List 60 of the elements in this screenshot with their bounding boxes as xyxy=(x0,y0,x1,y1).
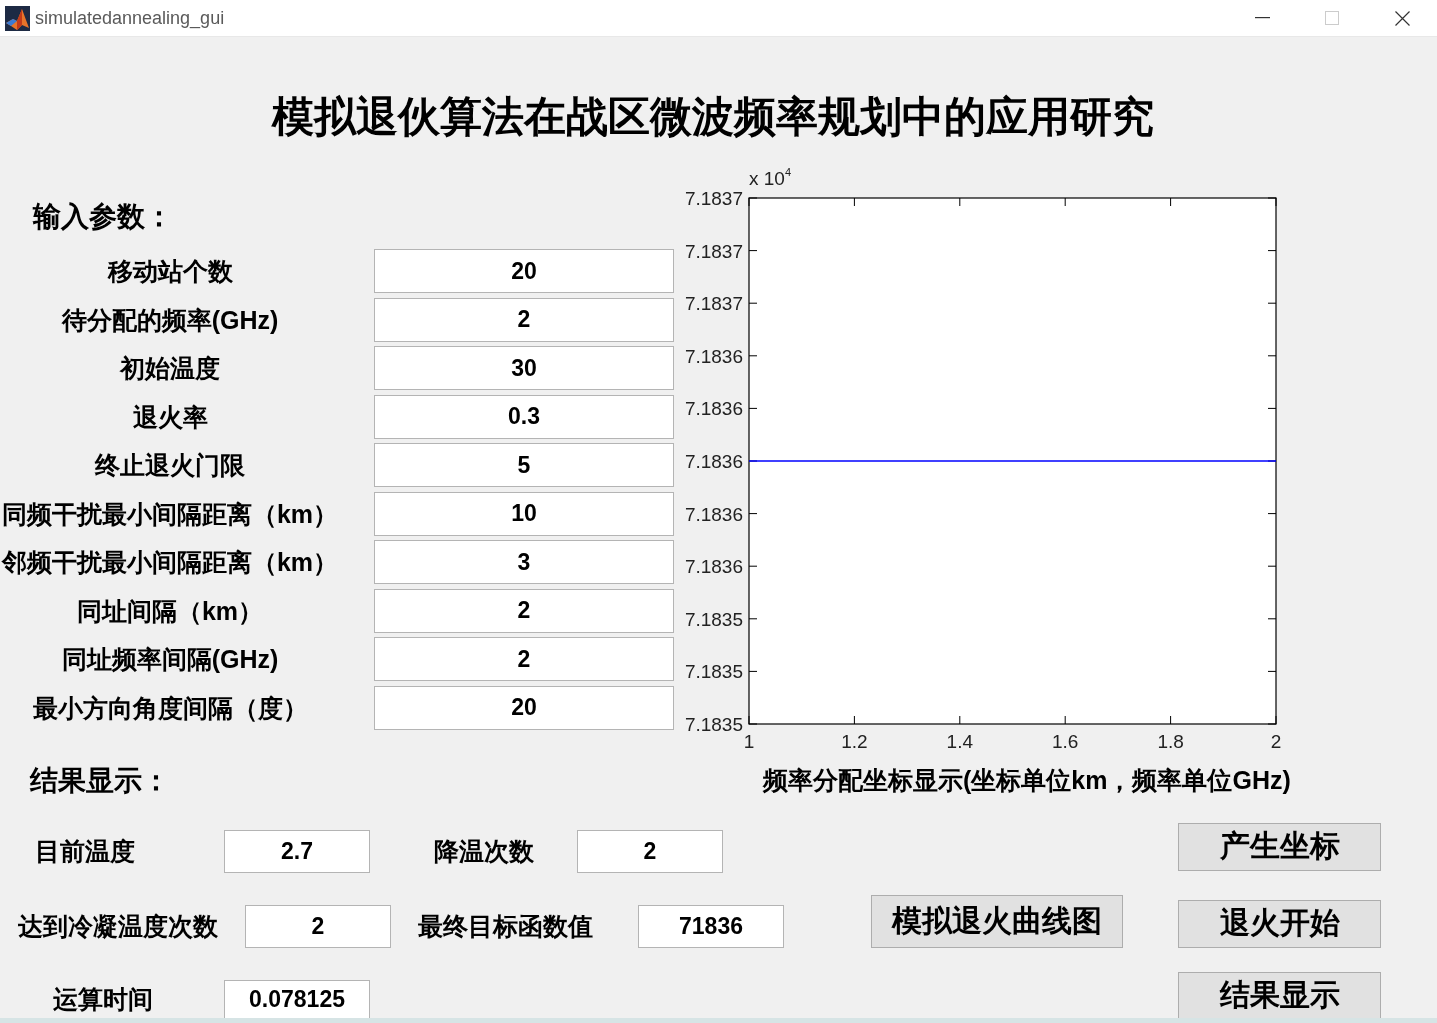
y-tick-label: 7.1836 xyxy=(684,345,743,367)
window-title: simulatedannealing_gui xyxy=(35,7,225,29)
field-label: 达到冷凝温度次数 xyxy=(18,911,218,941)
close-icon[interactable] xyxy=(1394,10,1410,26)
result-field[interactable]: 71836 xyxy=(638,904,784,948)
input-field[interactable]: 2 xyxy=(374,637,674,681)
y-tick-label: 7.1837 xyxy=(684,293,743,315)
field-label: 邻频干扰最小间隔距离（km） xyxy=(1,547,339,577)
result-field[interactable]: 2 xyxy=(245,904,391,948)
x-tick-label: 1.2 xyxy=(841,731,868,752)
y-tick-label: 7.1836 xyxy=(684,503,743,525)
field-label: 待分配的频率(GHz) xyxy=(61,304,279,335)
start-annealing-button[interactable]: 退火开始 xyxy=(1178,899,1381,948)
peak-logo-icon xyxy=(5,5,30,31)
y-tick-label: 7.1835 xyxy=(684,714,743,735)
x-tick-label: 2 xyxy=(1270,731,1282,752)
y-tick-label: 7.1836 xyxy=(684,451,743,472)
input-field[interactable]: 30 xyxy=(374,346,674,390)
y-tick-label: 7.1836 xyxy=(684,556,743,578)
input-field[interactable]: 10 xyxy=(374,491,674,536)
input-field[interactable]: 2 xyxy=(374,588,674,633)
page-heading: 模拟退伙算法在战区微波频率规划中的应用研究 xyxy=(271,93,1154,142)
field-label: 运算时间 xyxy=(53,983,153,1014)
minimize-icon[interactable] xyxy=(1254,17,1270,19)
field-label: 降温次数 xyxy=(434,836,534,866)
input-field[interactable]: 0.3 xyxy=(374,394,674,439)
field-label: 最小方向角度间隔（度） xyxy=(32,692,308,723)
x-tick-label: 1 xyxy=(743,731,755,752)
y-tick-label: 7.1835 xyxy=(684,661,743,683)
x-tick-label: 1.4 xyxy=(946,731,973,752)
x-tick-label: 1.8 xyxy=(1157,731,1184,752)
section-heading: 输入参数： xyxy=(33,200,173,234)
input-field[interactable]: 3 xyxy=(374,540,674,584)
field-label: 终止退火门限 xyxy=(95,450,245,480)
result-field[interactable]: 0.078125 xyxy=(224,979,370,1018)
input-field[interactable]: 20 xyxy=(374,249,674,293)
field-label: 目前温度 xyxy=(35,836,135,866)
field-label: 同频干扰最小间隔距离（km） xyxy=(1,498,339,529)
generate-coordinates-button[interactable]: 产生坐标 xyxy=(1178,822,1381,871)
field-label: 最终目标函数值 xyxy=(418,911,593,941)
show-results-button[interactable]: 结果显示 xyxy=(1178,971,1381,1018)
x-tick-label: 1.6 xyxy=(1052,731,1079,752)
result-field[interactable]: 2 xyxy=(577,829,723,873)
field-label: 同址频率间隔(GHz) xyxy=(61,644,279,674)
input-field[interactable]: 5 xyxy=(374,443,674,487)
field-label: 退火率 xyxy=(132,401,208,432)
axis-title: 频率分配坐标显示(坐标单位km，频率单位GHz) xyxy=(763,765,1291,795)
axis-multiplier: x 10$^{4}$ xyxy=(749,168,792,190)
field-label: 移动站个数 xyxy=(107,256,233,286)
field-label: 初始温度 xyxy=(120,353,220,383)
y-tick-label: 7.1837 xyxy=(684,240,743,262)
result-field[interactable]: 2.7 xyxy=(224,829,370,873)
y-tick-label: 7.1837 xyxy=(684,190,743,209)
input-field[interactable]: 2 xyxy=(374,297,674,342)
annealing-curve-button[interactable]: 模拟退火曲线图 xyxy=(871,894,1123,948)
y-tick-label: 7.1835 xyxy=(684,608,743,630)
field-label: 同址间隔（km） xyxy=(76,595,264,626)
input-field[interactable]: 20 xyxy=(374,685,674,730)
section-heading: 结果显示： xyxy=(30,763,170,798)
y-tick-label: 7.1836 xyxy=(684,398,743,420)
